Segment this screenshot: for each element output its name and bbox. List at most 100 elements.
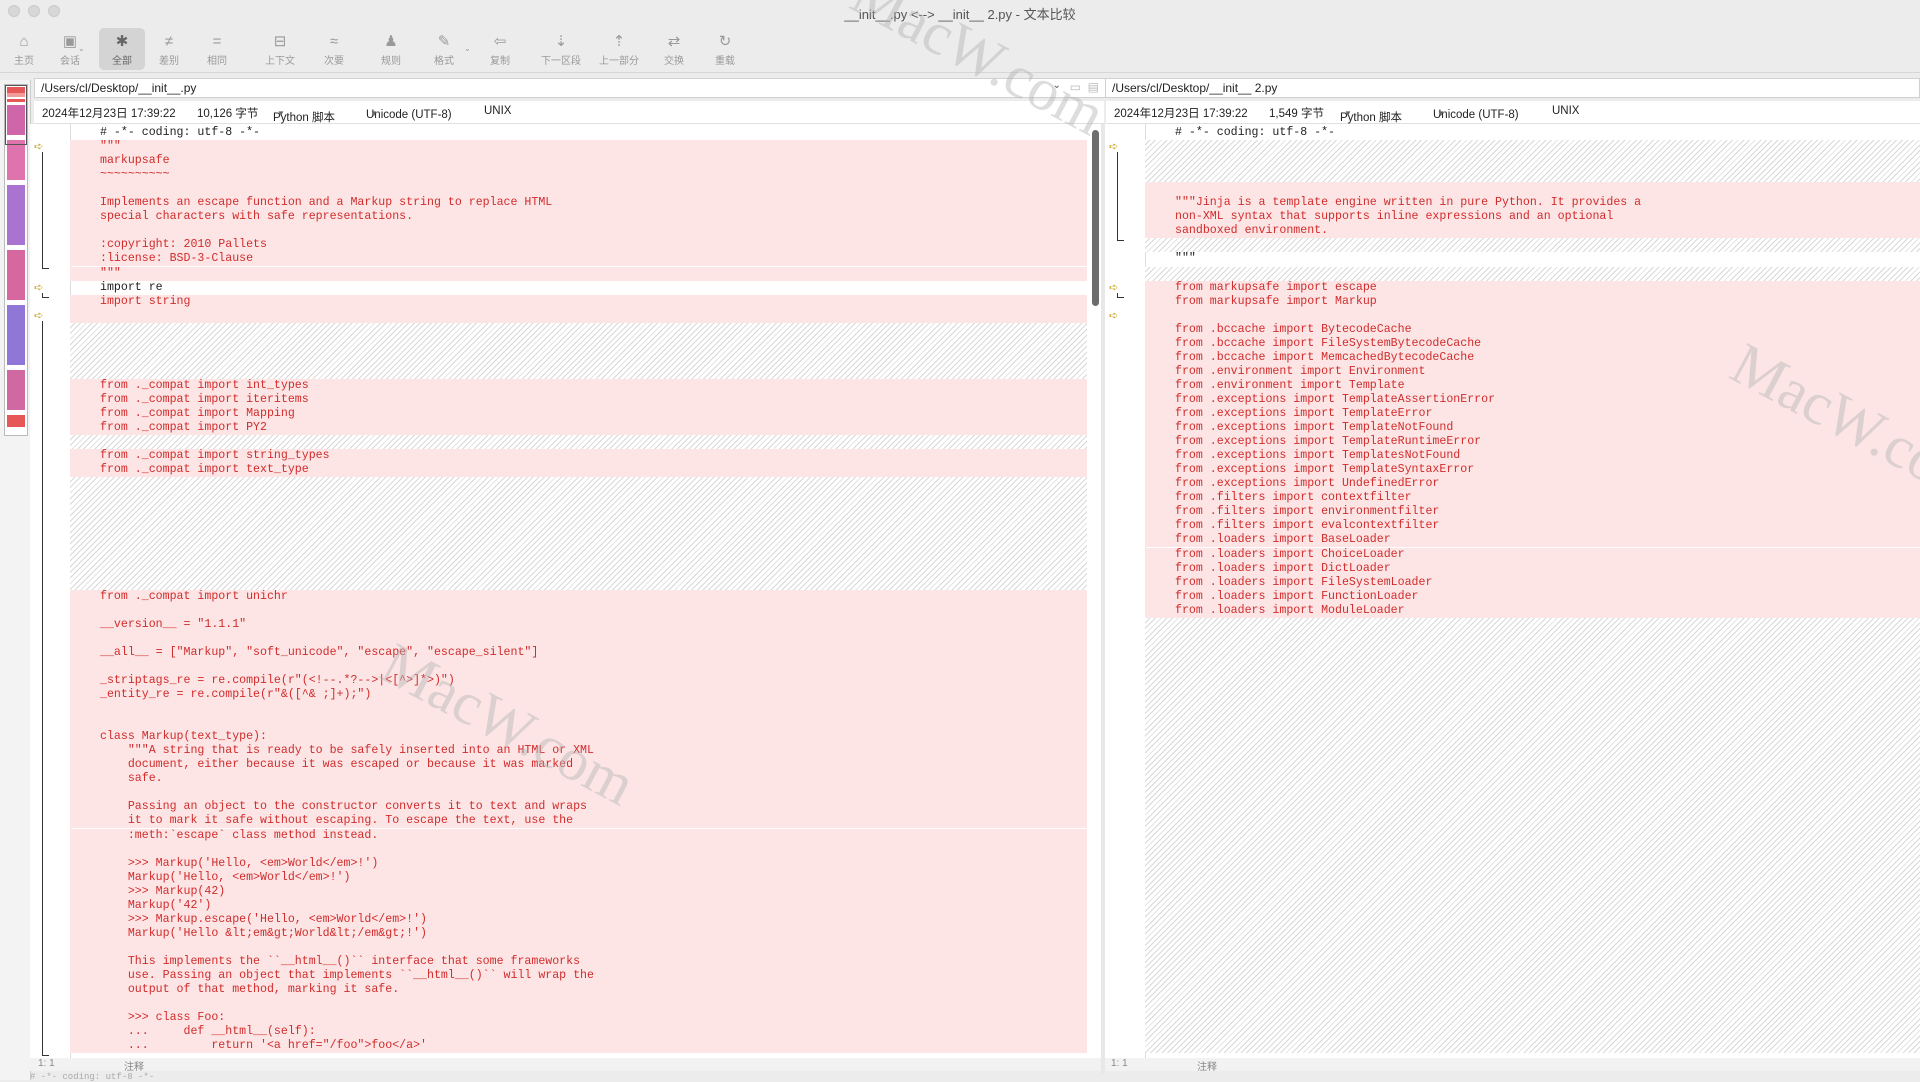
toolbar-button-context[interactable]: ⊟ 上下文 xyxy=(255,28,305,70)
code-text: document, either because it was escaped … xyxy=(100,758,574,772)
toolbar-button-format[interactable]: ✎ 格式 xyxy=(422,28,466,70)
dropdown-caret-icon[interactable]: ⌄ xyxy=(78,44,85,53)
code-text: ... return '<a href="/foo">foo</a>' xyxy=(100,1039,427,1053)
toolbar-button-next-section[interactable]: ⇣ 下一区段 xyxy=(534,28,588,70)
toolbar-button-label: 格式 xyxy=(434,56,454,67)
toolbar-button-same[interactable]: = 相同 xyxy=(198,28,236,70)
toolbar-button-rules[interactable]: ♟ 规则 xyxy=(371,28,411,70)
right-editor[interactable]: ➪ ➪ ➪ # -*- coding: utf-8 -*- """Jinja is a… xyxy=(1105,124,1920,1058)
left-code-line: class Markup(text_type): xyxy=(70,730,1087,745)
toolbar-button-home[interactable]: ⌂ 主页 xyxy=(6,28,42,70)
left-eol-label: UNIX xyxy=(484,105,512,117)
left-code-line xyxy=(70,842,1087,857)
toolbar-button-swap[interactable]: ⇄ 交换 xyxy=(656,28,692,70)
next-section-icon: ⇣ xyxy=(554,33,568,50)
right-code-line: sandboxed environment. xyxy=(1145,224,1920,239)
left-code-line xyxy=(70,997,1087,1012)
window-title: __init__.py <--> __init__ 2.py - 文本比较 xyxy=(844,7,1076,22)
code-text: Passing an object to the constructor con… xyxy=(100,800,588,814)
left-path-dropdown-icon[interactable]: ⌄ xyxy=(1053,80,1061,91)
right-code-line: from .loaders import ChoiceLoader xyxy=(1145,547,1920,562)
left-save-icon[interactable]: ▤ xyxy=(1088,80,1099,94)
right-code-line: from .exceptions import TemplatesNotFoun… xyxy=(1145,449,1920,464)
right-path-bar xyxy=(1105,78,1920,98)
left-scrollbar[interactable] xyxy=(1092,130,1099,306)
left-editor[interactable]: ➪ ➪ ➪ # -*- coding: utf-8 -*- """ markupsafe… xyxy=(30,124,1101,1058)
dropdown-caret-icon[interactable]: ⌄ xyxy=(464,44,471,53)
diff-overview-map[interactable] xyxy=(4,84,28,436)
bottom-preview-line: # -*- coding: utf-8 -*- xyxy=(30,1072,155,1082)
left-open-icon[interactable]: ▭ xyxy=(1070,80,1081,94)
right-cursor-position: 1: 1 xyxy=(1111,1058,1128,1069)
toolbar-button-reload[interactable]: ↻ 重载 xyxy=(705,28,745,70)
right-file-date: 2024年12月23日 17:39:22 xyxy=(1114,108,1248,120)
diff-overview-panel xyxy=(0,80,31,1080)
right-code-line: from .bccache import BytecodeCache xyxy=(1145,322,1920,337)
toolbar-button-minor[interactable]: ≈ 次要 xyxy=(314,28,354,70)
missing-lines-placeholder xyxy=(1145,140,1920,183)
diff-arrow-icon[interactable]: ➪ xyxy=(1109,309,1118,323)
missing-lines-placeholder xyxy=(1145,266,1920,281)
right-eol-label: UNIX xyxy=(1552,105,1580,117)
rules-icon: ♟ xyxy=(384,33,398,50)
code-text: __all__ = ["Markup", "soft_unicode", "es… xyxy=(100,645,539,659)
copy-icon: ⇦ xyxy=(493,33,507,50)
diff-block-bracket xyxy=(1117,292,1124,298)
left-code-line: Markup('Hello &lt;em&gt;World&lt;/em&gt;… xyxy=(70,926,1087,941)
overview-diff-mark xyxy=(7,370,25,410)
code-text: import re xyxy=(100,280,163,294)
left-code-line xyxy=(70,224,1087,239)
code-text: markupsafe xyxy=(100,154,170,168)
code-text: from .loaders import ModuleLoader xyxy=(1175,603,1405,617)
code-text: import string xyxy=(100,294,191,308)
toolbar-button-label: 主页 xyxy=(14,56,34,67)
code-text: _striptags_re = re.compile(r"(<!--.*?-->… xyxy=(100,673,455,687)
right-encoding-label: Unicode (UTF-8) xyxy=(1433,109,1519,121)
swap-icon: ⇄ xyxy=(667,33,681,50)
toolbar-button-label: 重载 xyxy=(715,56,735,67)
code-text: ~~~~~~~~~~ xyxy=(100,168,170,182)
missing-lines-placeholder xyxy=(70,435,1087,450)
toolbar-button-all[interactable]: ✱ 全部 xyxy=(99,28,145,70)
left-code-line: ~~~~~~~~~~ xyxy=(70,168,1087,183)
code-text: # -*- coding: utf-8 -*- xyxy=(100,126,261,139)
left-cursor-position: 1: 1 xyxy=(38,1058,55,1069)
toolbar-button-diff[interactable]: ≠ 差别 xyxy=(150,28,188,70)
left-code-line: safe. xyxy=(70,772,1087,787)
code-text: from .exceptions import TemplateNotFound xyxy=(1175,421,1454,435)
right-gutter: ➪ ➪ ➪ xyxy=(1105,124,1146,1058)
left-code-area[interactable]: # -*- coding: utf-8 -*- """ markupsafe ~~~~… xyxy=(70,124,1087,1058)
left-code-line: _striptags_re = re.compile(r"(<!--.*?-->… xyxy=(70,673,1087,688)
right-code-area[interactable]: # -*- coding: utf-8 -*- """Jinja is a tem… xyxy=(1145,124,1920,1058)
left-code-line: it to mark it safe without escaping. To … xyxy=(70,814,1087,829)
right-file-size: 1,549 字节 xyxy=(1269,108,1324,120)
left-code-line: from ._compat import unichr xyxy=(70,589,1087,604)
code-text: :meth:`escape` class method instead. xyxy=(100,828,379,842)
right-code-line: from .exceptions import TemplateAssertio… xyxy=(1145,392,1920,407)
overview-diff-mark xyxy=(7,140,25,180)
same-icon: = xyxy=(212,33,222,50)
right-code-line: # -*- coding: utf-8 -*- xyxy=(1145,126,1920,140)
toolbar: ⌂ 主页 ▣ 会话 ✱ 全部 ≠ 差别 = 相同 ⊟ 上下文 ≈ 次要 ♟ 规则 ✎ 格式 ⇦ 复制 ⇣ 下一区段 ⇡ 上一部… xyxy=(0,26,1920,73)
right-code-line: from .loaders import FileSystemLoader xyxy=(1145,575,1920,590)
diff-blank-lines xyxy=(1145,308,1920,323)
missing-lines-placeholder xyxy=(70,477,1087,590)
left-info-bar: 2024年12月23日 17:39:22 10,126 字节 Python 脚本… xyxy=(34,101,1104,124)
left-code-line: Markup('42') xyxy=(70,898,1087,913)
code-text: from ._compat import string_types xyxy=(100,449,330,463)
right-code-line: from .bccache import MemcachedBytecodeCa… xyxy=(1145,350,1920,365)
code-text: from .bccache import MemcachedBytecodeCa… xyxy=(1175,350,1475,364)
toolbar-button-label: 下一区段 xyxy=(541,56,581,67)
left-code-line: >>> Markup('Hello, <em>World</em>!') xyxy=(70,856,1087,871)
left-path-input[interactable] xyxy=(41,81,1045,95)
overview-viewport[interactable] xyxy=(5,85,27,145)
chevron-down-icon: ▼ xyxy=(277,109,285,118)
code-text: from .exceptions import TemplateSyntaxEr… xyxy=(1175,463,1475,477)
code-text: This implements the ``__html__()`` inter… xyxy=(100,954,581,968)
toolbar-button-prev-section[interactable]: ⇡ 上一部分 xyxy=(592,28,646,70)
right-path-input[interactable] xyxy=(1112,81,1859,95)
left-code-line: This implements the ``__html__()`` inter… xyxy=(70,954,1087,969)
code-text: Markup('Hello &lt;em&gt;World&lt;/em&gt;… xyxy=(100,926,427,940)
toolbar-button-copy[interactable]: ⇦ 复制 xyxy=(480,28,520,70)
right-code-line: from .filters import evalcontextfilter xyxy=(1145,519,1920,534)
